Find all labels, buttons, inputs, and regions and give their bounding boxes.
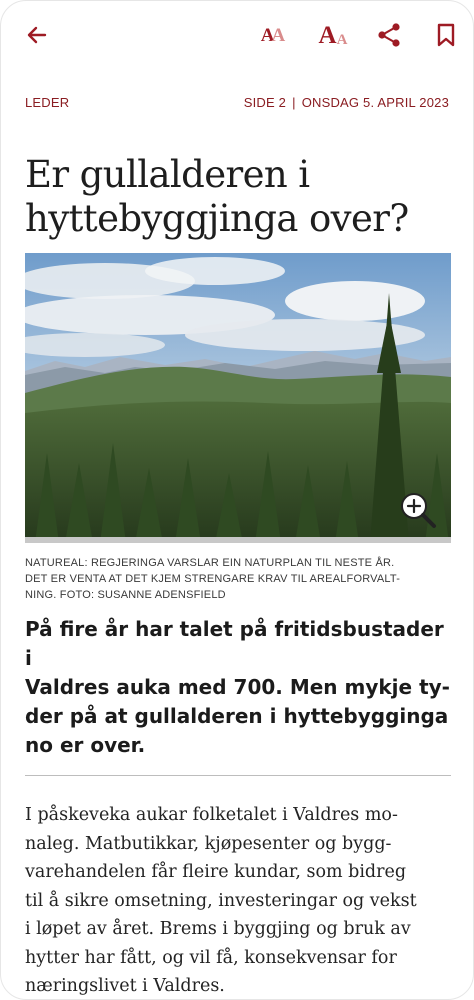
share-button[interactable] bbox=[371, 17, 407, 53]
page-number: SIDE 2 bbox=[243, 95, 287, 110]
image-caption: NATUREAL: REGJERINGA VARSLAR EIN NATURPL… bbox=[25, 557, 401, 601]
bookmark-button[interactable] bbox=[429, 17, 463, 53]
divider bbox=[25, 775, 451, 776]
app-frame: AA AA LEDER SIDE 2 | ONSDAG 5. APRIL 2023 bbox=[0, 0, 474, 1000]
publish-date: ONSDAG 5. APRIL 2023 bbox=[301, 95, 449, 110]
article-headline: Er gullalderen i hyttebyggjinga over? bbox=[25, 153, 409, 240]
share-icon bbox=[378, 23, 400, 47]
zoom-image-button[interactable] bbox=[397, 489, 439, 531]
article-lead: På fire år har talet på fritidsbustader … bbox=[25, 617, 450, 757]
article-meta: LEDER SIDE 2 | ONSDAG 5. APRIL 2023 bbox=[25, 95, 449, 115]
section-label: LEDER bbox=[25, 95, 70, 110]
increase-font-button[interactable]: AA bbox=[311, 17, 355, 53]
article-photo[interactable] bbox=[25, 253, 451, 543]
page-date: SIDE 2 | ONSDAG 5. APRIL 2023 bbox=[244, 95, 449, 110]
font-size-small-icon: AA bbox=[260, 24, 286, 46]
meta-separator: | bbox=[292, 95, 296, 110]
article-toolbar: AA AA bbox=[1, 1, 473, 69]
zoom-in-icon bbox=[401, 493, 436, 528]
bookmark-icon bbox=[437, 23, 455, 47]
decrease-font-button[interactable]: AA bbox=[253, 17, 293, 53]
back-button[interactable] bbox=[19, 17, 55, 53]
landscape-photo bbox=[25, 253, 451, 543]
arrow-left-icon bbox=[27, 26, 47, 44]
font-size-large-icon: AA bbox=[318, 21, 348, 49]
article-body: I påskeveka aukar folketalet i Valdres m… bbox=[25, 805, 417, 996]
